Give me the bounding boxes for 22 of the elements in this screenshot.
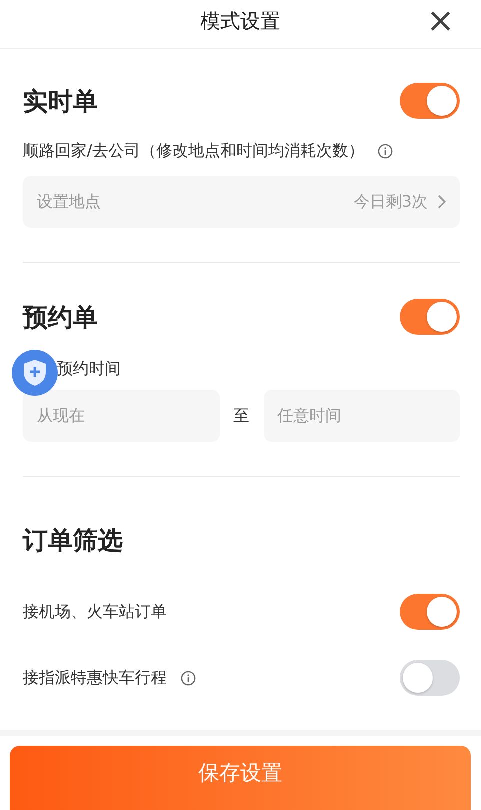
- close-button[interactable]: ×: [426, 4, 455, 38]
- info-icon[interactable]: [181, 670, 196, 686]
- toggle-switch[interactable]: [400, 660, 460, 696]
- filter-option-label: 接机场、火车站订单: [23, 602, 167, 622]
- section-title: 预约单: [23, 302, 98, 334]
- toggle-switch[interactable]: [400, 299, 460, 335]
- section-title: 实时单: [23, 86, 98, 118]
- time-label: 预约时间: [57, 359, 121, 380]
- save-button[interactable]: 保存设置: [10, 746, 471, 810]
- filter-option-label: 接指派特惠快车行程: [23, 668, 167, 688]
- toggle-switch[interactable]: [400, 594, 460, 630]
- page-title: 模式设置: [200, 8, 280, 35]
- start-time-field[interactable]: 从现在: [23, 390, 220, 442]
- location-field[interactable]: 设置地点 今日剩3次: [23, 176, 460, 228]
- shield-icon[interactable]: [11, 349, 59, 397]
- route-label: 顺路回家/去公司（修改地点和时间均消耗次数）: [23, 141, 364, 162]
- toggle-switch[interactable]: [400, 83, 460, 119]
- info-icon[interactable]: [378, 144, 394, 159]
- range-separator: 至: [234, 406, 250, 426]
- chevron-right-icon[interactable]: [438, 195, 446, 209]
- end-time-field[interactable]: 任意时间: [264, 390, 460, 442]
- section-title: 订单筛选: [23, 525, 124, 557]
